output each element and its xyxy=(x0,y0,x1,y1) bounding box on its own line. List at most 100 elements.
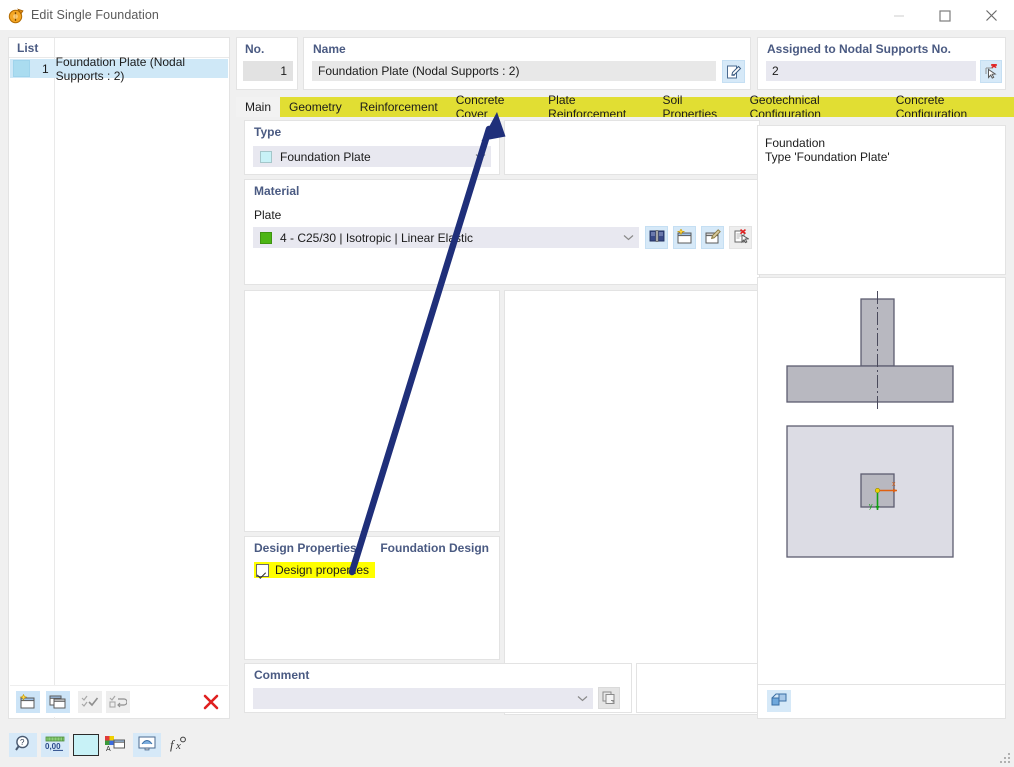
foundation-info-box: Foundation Type 'Foundation Plate' xyxy=(757,125,1006,275)
type-title: Type xyxy=(254,125,282,139)
comment-panel: Comment xyxy=(244,663,632,713)
title-bar: Edit Single Foundation xyxy=(0,0,1014,31)
view-monitor-icon xyxy=(138,736,156,755)
minimize-icon[interactable] xyxy=(876,0,922,31)
tab-reinforcement-label: Reinforcement xyxy=(359,100,438,114)
formula-button[interactable]: f x xyxy=(165,733,193,757)
svg-text:x: x xyxy=(175,740,181,752)
plate-material-color-swatch xyxy=(260,231,272,244)
assigned-nodal-supports-group: Assigned to Nodal Supports No. xyxy=(757,37,1006,90)
axis-y-label: y xyxy=(869,503,873,510)
svg-text:0,00: 0,00 xyxy=(45,742,61,751)
bottom-bar: ? 0,00 A f x xyxy=(0,727,1014,767)
svg-text:?: ? xyxy=(20,738,25,747)
invert-selection-button[interactable] xyxy=(106,691,130,713)
type-combo[interactable]: Foundation Plate xyxy=(253,146,491,167)
units-0-00-icon: 0,00 xyxy=(45,736,65,755)
tab-plate-reinforcement[interactable]: Plate Reinforcement xyxy=(539,93,654,121)
info-line-2: Type 'Foundation Plate' xyxy=(765,150,890,164)
close-icon[interactable] xyxy=(968,0,1014,31)
no-input[interactable] xyxy=(243,61,293,81)
delete-item-button[interactable] xyxy=(200,691,222,713)
tab-reinforcement[interactable]: Reinforcement xyxy=(350,97,447,117)
tab-geometry-label: Geometry xyxy=(289,100,342,114)
tab-geotechnical-configuration[interactable]: Geotechnical Configuration xyxy=(740,93,887,121)
tab-concrete-cover[interactable]: Concrete Cover xyxy=(446,93,540,121)
new-material-button[interactable] xyxy=(673,226,696,249)
design-properties-checkbox[interactable] xyxy=(256,563,269,577)
design-properties-panel: Design Properties Foundation Design Desi… xyxy=(244,536,500,660)
tab-strip: Main Geometry Reinforcement Concrete Cov… xyxy=(236,93,1014,121)
assigned-label: Assigned to Nodal Supports No. xyxy=(767,42,952,56)
foundation-app-icon xyxy=(7,6,26,25)
chevron-down-icon[interactable] xyxy=(571,695,593,702)
type-panel-right-blank xyxy=(504,120,760,175)
list-item-color-swatch xyxy=(13,60,30,77)
maximize-icon[interactable] xyxy=(922,0,968,31)
display-properties-button[interactable]: A xyxy=(101,733,129,757)
list-header-label: List xyxy=(17,41,39,55)
plate-label: Plate xyxy=(254,208,282,222)
delete-material-button[interactable] xyxy=(729,226,752,249)
tab-main-label: Main xyxy=(245,100,272,114)
help-magnifier-icon: ? xyxy=(14,735,32,755)
delete-document-icon xyxy=(733,228,750,247)
list-column-divider xyxy=(54,38,55,720)
tab-soil-properties[interactable]: Soil Properties xyxy=(653,93,741,121)
type-panel: Type Foundation Plate xyxy=(244,120,500,175)
design-properties-title: Design Properties xyxy=(254,541,357,555)
copy-item-button[interactable] xyxy=(46,691,70,713)
name-group: Name xyxy=(303,37,751,90)
book-icon xyxy=(649,229,665,246)
material-title: Material xyxy=(254,184,300,198)
edit-single-foundation-dialog: Edit Single Foundation List 1 Foundation… xyxy=(0,0,1014,767)
plate-material-combo[interactable]: 4 - C25/30 | Isotropic | Linear Elastic xyxy=(253,227,639,248)
foundation-preview-diagram[interactable]: x y xyxy=(757,277,1006,685)
left-blank-panel xyxy=(244,290,500,532)
right-preview-column: Foundation Type 'Foundation Plate' x y xyxy=(757,117,1006,719)
plate-material-value: 4 - C25/30 | Isotropic | Linear Elastic xyxy=(280,230,473,245)
tab-concrete-configuration[interactable]: Concrete Configuration xyxy=(886,93,1014,121)
tab-geometry[interactable]: Geometry xyxy=(280,97,351,117)
copy-comment-icon[interactable] xyxy=(598,687,620,709)
comment-title: Comment xyxy=(254,668,310,682)
comment-right-blank-panel xyxy=(636,663,760,713)
help-button[interactable]: ? xyxy=(9,733,37,757)
edit-window-icon xyxy=(704,228,721,247)
type-color-swatch xyxy=(260,150,272,163)
preview-settings-button[interactable] xyxy=(767,690,791,712)
resize-grip[interactable] xyxy=(999,752,1011,764)
view-button[interactable] xyxy=(133,733,161,757)
design-properties-checkbox-row[interactable]: Design properties xyxy=(254,562,376,578)
new-item-button[interactable] xyxy=(16,691,40,713)
list-item[interactable]: 1 Foundation Plate (Nodal Supports : 2) xyxy=(10,55,228,83)
list-item-label: Foundation Plate (Nodal Supports : 2) xyxy=(55,54,186,83)
comment-combo[interactable] xyxy=(253,688,593,709)
assigned-input[interactable] xyxy=(766,61,976,81)
info-line-1: Foundation xyxy=(765,136,826,150)
chevron-down-icon[interactable] xyxy=(469,153,491,160)
list-item-number: 1 xyxy=(41,61,49,76)
select-all-button[interactable] xyxy=(78,691,102,713)
edit-name-icon[interactable] xyxy=(722,60,745,83)
tab-main[interactable]: Main xyxy=(236,97,281,117)
color-button[interactable] xyxy=(73,734,99,756)
svg-text:A: A xyxy=(106,746,111,752)
units-button[interactable]: 0,00 xyxy=(41,733,69,757)
foundation-design-title: Foundation Design xyxy=(380,541,489,555)
edit-material-button[interactable] xyxy=(701,226,724,249)
pick-in-graphic-icon[interactable] xyxy=(980,60,1002,83)
design-properties-checkbox-label: Design properties xyxy=(275,563,370,577)
name-label: Name xyxy=(313,42,346,56)
new-window-star-icon xyxy=(676,227,693,247)
right-blank-panel xyxy=(504,290,760,715)
material-library-button[interactable] xyxy=(645,226,668,249)
material-panel: Material Plate 4 - C25/30 | Isotropic | … xyxy=(244,179,760,285)
chevron-down-icon[interactable] xyxy=(617,234,639,241)
type-combo-value: Foundation Plate xyxy=(280,149,371,164)
name-input[interactable] xyxy=(312,61,716,81)
display-properties-icon: A xyxy=(105,735,125,755)
foundation-list-panel: List 1 Foundation Plate (Nodal Supports … xyxy=(8,37,230,720)
window-title: Edit Single Foundation xyxy=(31,8,159,22)
preview-toolbar xyxy=(757,685,1006,719)
